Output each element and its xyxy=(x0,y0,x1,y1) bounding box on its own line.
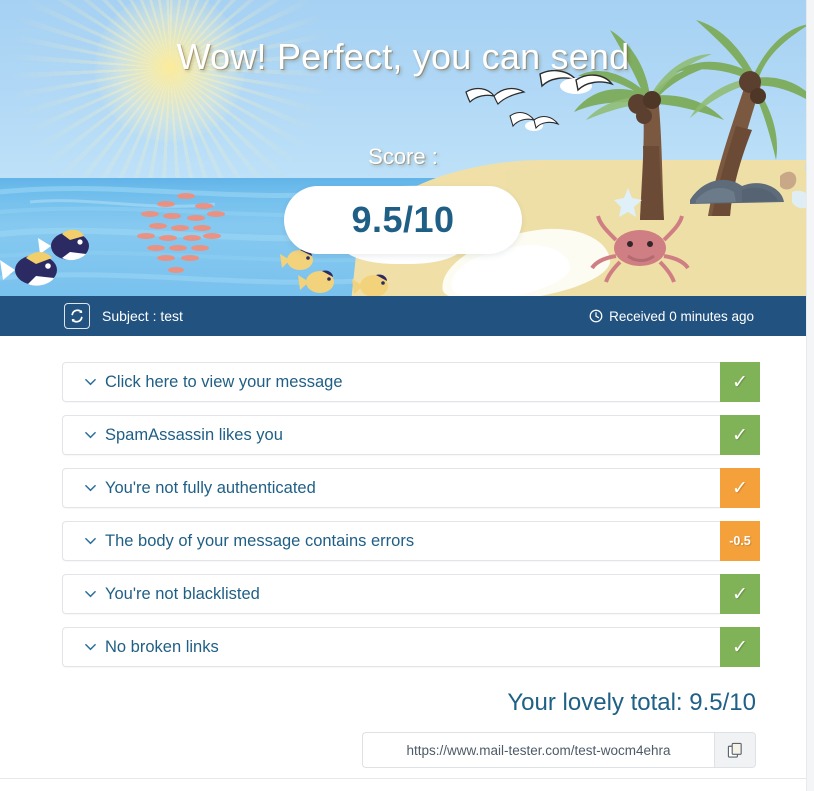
check-icon: ✓ xyxy=(732,636,748,658)
chevron-down-icon xyxy=(85,537,96,545)
result-row-toggle[interactable]: No broken links xyxy=(62,627,720,667)
page-scrollbar[interactable] xyxy=(806,0,814,791)
score-delta: -0.5 xyxy=(729,533,751,548)
share-url-input[interactable] xyxy=(362,732,714,768)
result-row-badge[interactable]: -0.5 xyxy=(720,521,760,561)
seagulls-icon xyxy=(465,70,615,131)
chevron-down-icon xyxy=(85,484,96,492)
fish-icon xyxy=(352,274,388,296)
received-status: Received 0 minutes ago xyxy=(589,309,754,324)
result-row-label: You're not fully authenticated xyxy=(105,478,316,497)
result-row: You're not fully authenticated ✓ xyxy=(62,468,760,508)
result-row-label: You're not blacklisted xyxy=(105,584,260,603)
result-row-badge[interactable]: ✓ xyxy=(720,468,760,508)
refresh-button[interactable] xyxy=(64,303,90,329)
page-title: Wow! Perfect, you can send xyxy=(176,36,630,77)
result-row-toggle[interactable]: You're not blacklisted xyxy=(62,574,720,614)
fish-icon xyxy=(298,270,334,293)
result-row-badge[interactable]: ✓ xyxy=(720,574,760,614)
received-text: Received 0 minutes ago xyxy=(609,308,754,324)
result-row-toggle[interactable]: The body of your message contains errors xyxy=(62,521,720,561)
coconut xyxy=(643,91,661,109)
copy-icon xyxy=(727,742,742,758)
fish-icon xyxy=(0,252,57,286)
check-icon: ✓ xyxy=(732,424,748,446)
result-row-label: The body of your message contains errors xyxy=(105,531,415,550)
chevron-down-icon xyxy=(85,431,96,439)
coconut xyxy=(636,108,652,124)
score-bubble: 9.5/10 xyxy=(284,186,522,254)
result-row-badge[interactable]: ✓ xyxy=(720,415,760,455)
score-label: Score : xyxy=(368,144,438,169)
subject-toolbar: Subject : test Received 0 minutes ago xyxy=(0,296,806,336)
result-row-toggle[interactable]: SpamAssassin likes you xyxy=(62,415,720,455)
results-list: Click here to view your message ✓ SpamAs… xyxy=(0,336,814,667)
mail-tester-result-page: Wow! Perfect, you can send Score : 9.5/1… xyxy=(0,0,814,791)
chevron-down-icon xyxy=(85,378,96,386)
starfish-icon xyxy=(614,188,642,217)
copy-url-button[interactable] xyxy=(714,732,756,768)
chevron-down-icon xyxy=(85,590,96,598)
result-row: The body of your message contains errors… xyxy=(62,521,760,561)
result-row: SpamAssassin likes you ✓ xyxy=(62,415,760,455)
result-row-toggle[interactable]: You're not fully authenticated xyxy=(62,468,720,508)
result-row-badge[interactable]: ✓ xyxy=(720,362,760,402)
check-icon: ✓ xyxy=(732,477,748,499)
hero-beach-illustration: Wow! Perfect, you can send Score : 9.5/1… xyxy=(0,0,806,296)
result-row-label: Click here to view your message xyxy=(105,372,343,391)
coconut xyxy=(750,88,766,104)
score-value: 9.5/10 xyxy=(351,199,455,240)
result-row: You're not blacklisted ✓ xyxy=(62,574,760,614)
shell-icon xyxy=(780,171,806,209)
check-icon: ✓ xyxy=(732,371,748,393)
result-row-badge[interactable]: ✓ xyxy=(720,627,760,667)
result-row-label: No broken links xyxy=(105,637,219,656)
footer-divider xyxy=(0,778,806,779)
check-icon: ✓ xyxy=(732,583,748,605)
chevron-down-icon xyxy=(85,643,96,651)
clock-icon xyxy=(589,309,603,323)
crab-icon xyxy=(590,215,690,283)
result-row-label: SpamAssassin likes you xyxy=(105,425,283,444)
share-url-group xyxy=(0,732,814,768)
refresh-icon xyxy=(71,309,83,323)
result-row: No broken links ✓ xyxy=(62,627,760,667)
result-row-toggle[interactable]: Click here to view your message xyxy=(62,362,720,402)
result-row: Click here to view your message ✓ xyxy=(62,362,760,402)
rocks-icon xyxy=(690,179,784,204)
total-score-text: Your lovely total: 9.5/10 xyxy=(507,689,756,716)
subject-text: Subject : test xyxy=(102,308,183,324)
